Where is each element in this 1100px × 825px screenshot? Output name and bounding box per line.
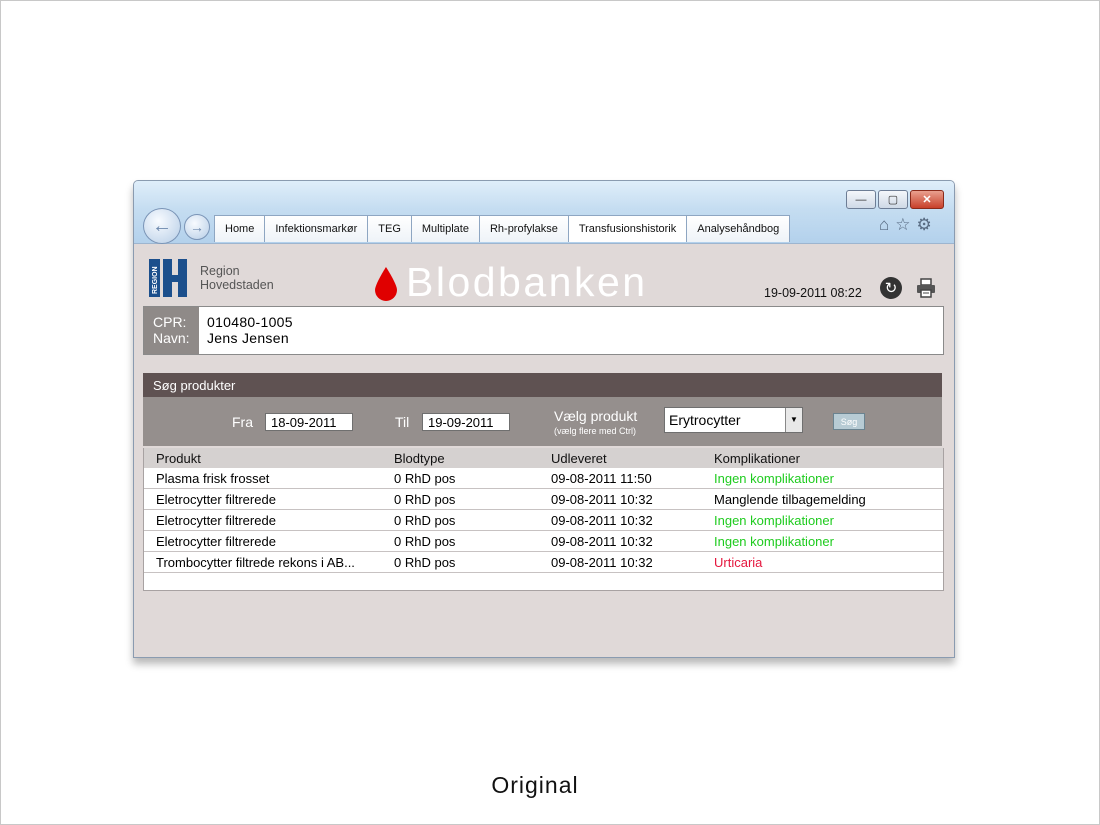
logo-line-region: Region xyxy=(200,264,240,278)
cell-bloodtype: 0 RhD pos xyxy=(394,512,456,528)
table-row[interactable]: Eletrocytter filtrerede 0 RhD pos 09-08-… xyxy=(144,510,943,531)
refresh-icon[interactable]: ↻ xyxy=(880,277,902,299)
close-button[interactable]: ✕ xyxy=(910,190,944,209)
tab-analysehandbog[interactable]: Analysehåndbog xyxy=(686,215,791,242)
cell-bloodtype: 0 RhD pos xyxy=(394,491,456,507)
chevron-down-icon[interactable]: ▼ xyxy=(785,408,802,432)
cell-product: Eletrocytter filtrerede xyxy=(156,533,276,549)
tab-rh-profylakse[interactable]: Rh-profylakse xyxy=(478,215,569,242)
product-select-value: Erytrocytter xyxy=(669,412,741,428)
table-row[interactable]: Eletrocytter filtrerede 0 RhD pos 09-08-… xyxy=(144,531,943,552)
tab-transfusionshistorik[interactable]: Transfusionshistorik xyxy=(567,215,688,242)
column-header-complications[interactable]: Komplikationer xyxy=(704,451,943,466)
star-icon[interactable]: ☆ xyxy=(895,215,910,235)
cell-complications: Ingen komplikationer xyxy=(714,533,834,549)
table-row[interactable]: Plasma frisk frosset 0 RhD pos 09-08-201… xyxy=(144,468,943,489)
table-header: Produkt Blodtype Udleveret Komplikatione… xyxy=(144,448,943,468)
cell-complications: Manglende tilbagemelding xyxy=(714,491,866,507)
cell-complications: Urticaria xyxy=(714,554,763,570)
tab-multiplate[interactable]: Multiplate xyxy=(410,215,480,242)
patient-info: CPR: Navn: 010480-1005 Jens Jensen xyxy=(143,306,944,355)
cell-bloodtype: 0 RhD pos xyxy=(394,533,456,549)
cell-bloodtype: 0 RhD pos xyxy=(394,554,456,570)
back-arrow-icon[interactable]: ← xyxy=(143,208,181,244)
table-row[interactable]: Trombocytter filtrede rekons i AB... 0 R… xyxy=(144,552,943,573)
search-panel-title: Søg produkter xyxy=(143,373,942,397)
cell-delivered: 09-08-2011 10:32 xyxy=(551,554,653,570)
current-datetime: 19-09-2011 08:22 xyxy=(764,286,862,300)
browser-chrome: — ▢ ✕ ← → Home Infektionsmarkør TEG Mult… xyxy=(134,181,954,244)
name-value: Jens Jensen xyxy=(207,330,289,346)
patient-values: 010480-1005 Jens Jensen xyxy=(207,314,293,346)
cell-product: Eletrocytter filtrerede xyxy=(156,491,276,507)
tab-infektionsmarkor[interactable]: Infektionsmarkør xyxy=(264,215,369,242)
to-date-input[interactable]: 19-09-2011 xyxy=(422,413,510,431)
column-header-bloodtype[interactable]: Blodtype xyxy=(384,451,541,466)
minimize-button[interactable]: — xyxy=(846,190,876,209)
product-select[interactable]: Erytrocytter ▼ xyxy=(664,407,803,433)
cell-delivered: 09-08-2011 11:50 xyxy=(551,470,652,486)
forward-arrow-icon[interactable]: → xyxy=(184,214,210,240)
print-icon[interactable] xyxy=(916,278,936,298)
caption: Original xyxy=(491,772,579,798)
from-date-input[interactable]: 18-09-2011 xyxy=(265,413,353,431)
cpr-value: 010480-1005 xyxy=(207,314,293,330)
search-panel: Fra 18-09-2011 Til 19-09-2011 Vælg produ… xyxy=(143,397,942,446)
tab-home[interactable]: Home xyxy=(214,215,266,242)
column-header-product[interactable]: Produkt xyxy=(144,451,384,466)
region-logo-mark: REGION xyxy=(149,259,187,297)
cell-product: Trombocytter filtrede rekons i AB... xyxy=(156,554,355,570)
products-table: Produkt Blodtype Udleveret Komplikatione… xyxy=(143,448,944,591)
page-title: Blodbanken xyxy=(406,259,648,305)
cpr-label: CPR: xyxy=(153,314,187,330)
svg-text:REGION: REGION xyxy=(152,266,159,294)
cell-product: Eletrocytter filtrerede xyxy=(156,512,276,528)
cell-delivered: 09-08-2011 10:32 xyxy=(551,533,653,549)
region-logo-text: Region Hovedstaden xyxy=(200,264,274,292)
to-label: Til xyxy=(395,414,410,430)
name-label: Navn: xyxy=(153,330,190,346)
cell-delivered: 09-08-2011 10:32 xyxy=(551,491,653,507)
product-label: Vælg produkt xyxy=(554,408,638,424)
maximize-button[interactable]: ▢ xyxy=(878,190,908,209)
home-icon[interactable]: ⌂ xyxy=(879,215,889,235)
region-logo: REGION Region Hovedstaden xyxy=(149,259,274,297)
blood-drop-icon xyxy=(375,266,397,301)
tab-bar: Home Infektionsmarkør TEG Multiplate Rh-… xyxy=(214,215,791,243)
brand-title: Blodbanken xyxy=(374,259,648,306)
table-row[interactable]: Eletrocytter filtrerede 0 RhD pos 09-08-… xyxy=(144,489,943,510)
tab-teg[interactable]: TEG xyxy=(367,215,412,242)
patient-labels: CPR: Navn: xyxy=(144,307,199,354)
cell-complications: Ingen komplikationer xyxy=(714,470,834,486)
cell-bloodtype: 0 RhD pos xyxy=(394,470,456,486)
column-header-delivered[interactable]: Udleveret xyxy=(541,451,704,466)
search-button[interactable]: Søg xyxy=(833,413,865,430)
logo-line-hovedstaden: Hovedstaden xyxy=(200,278,274,292)
gear-icon[interactable]: ⚙ xyxy=(917,215,932,235)
cell-complications: Ingen komplikationer xyxy=(714,512,834,528)
cell-delivered: 09-08-2011 10:32 xyxy=(551,512,653,528)
browser-window: — ▢ ✕ ← → Home Infektionsmarkør TEG Mult… xyxy=(133,180,955,658)
browser-toolbar-icons: ⌂ ☆ ⚙ xyxy=(879,215,932,235)
product-hint: (vælg flere med Ctrl) xyxy=(554,426,637,436)
cell-product: Plasma frisk frosset xyxy=(156,470,270,486)
from-label: Fra xyxy=(232,414,253,430)
